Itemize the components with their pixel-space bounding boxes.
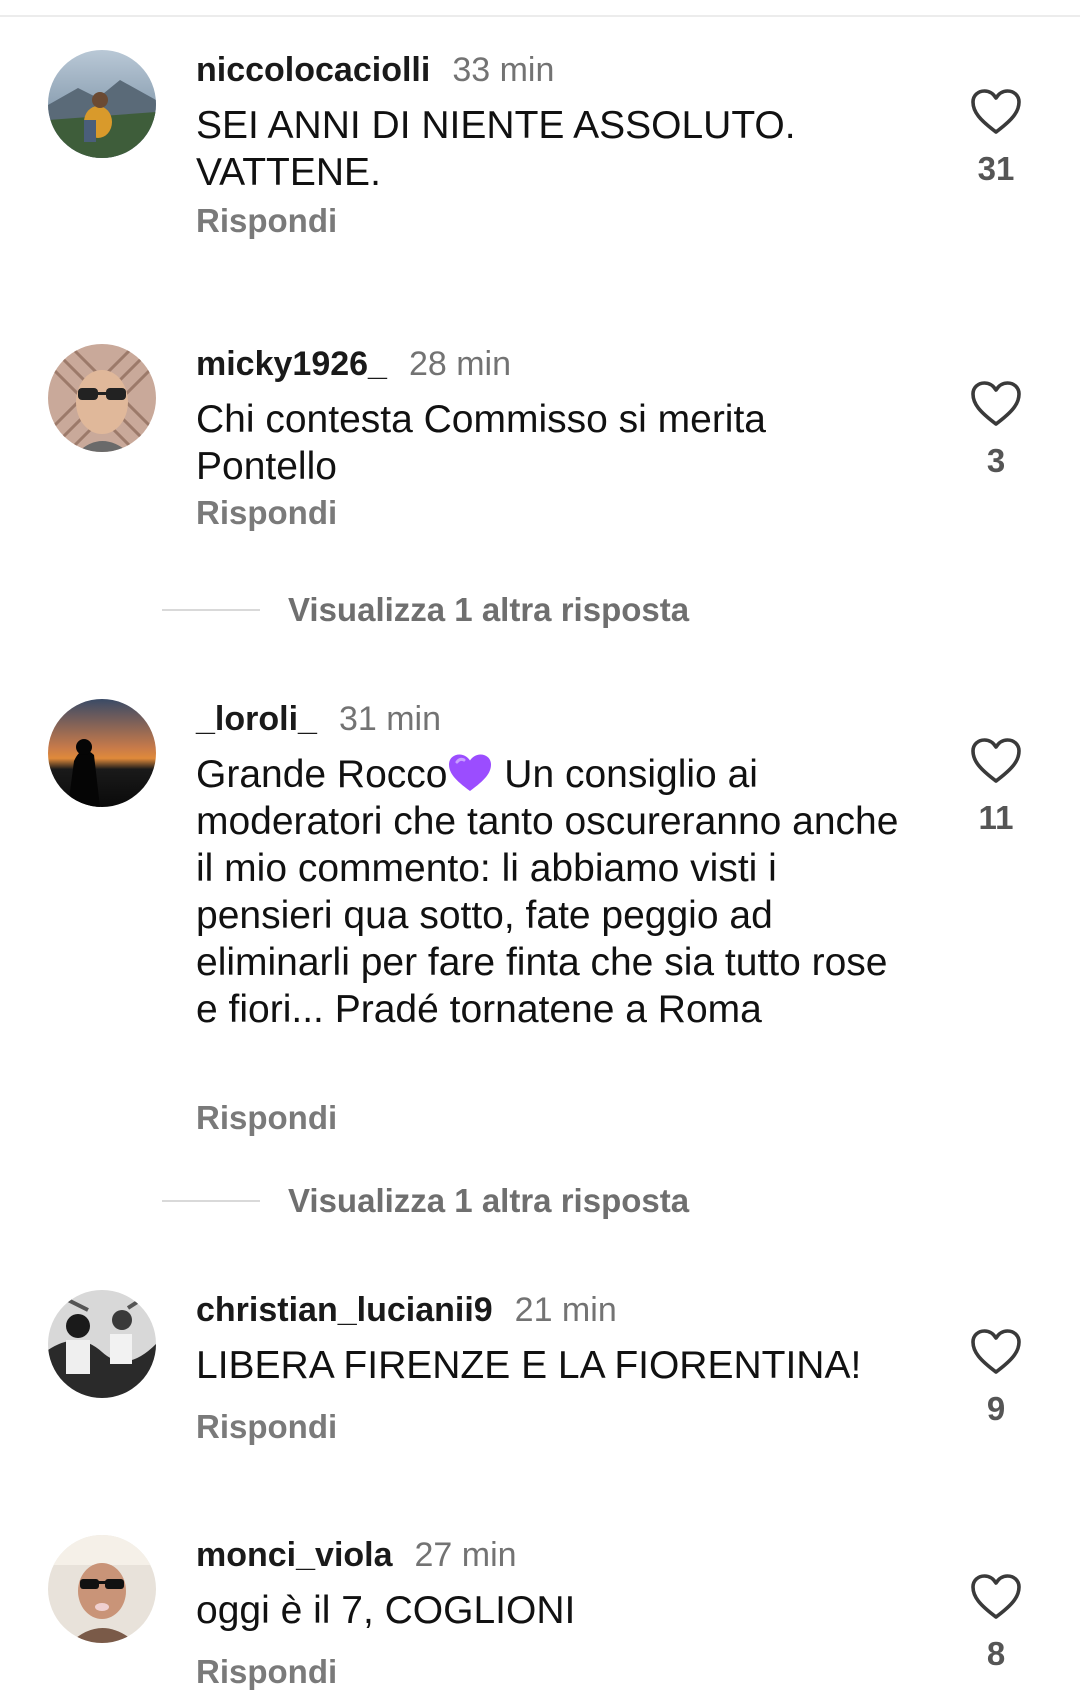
comment-username[interactable]: _loroli_ xyxy=(196,700,317,738)
like-count: 11 xyxy=(978,799,1014,836)
like-group: 31 xyxy=(968,88,1024,188)
comment-time: 27 min xyxy=(414,1536,517,1574)
reply-button[interactable]: Rispondi xyxy=(196,494,337,532)
view-replies-button[interactable]: Visualizza 1 altra risposta xyxy=(162,1181,689,1221)
like-group: 3 xyxy=(968,380,1024,480)
heart-outline-icon[interactable] xyxy=(970,88,1022,136)
heart-outline-icon[interactable] xyxy=(970,380,1022,428)
like-group: 9 xyxy=(968,1328,1024,1428)
comment-time: 31 min xyxy=(338,700,441,738)
comment-text: oggi è il 7, COGLIONI xyxy=(196,1589,576,1632)
comment-time: 21 min xyxy=(514,1291,617,1329)
avatar[interactable] xyxy=(48,344,156,452)
heart-outline-icon[interactable] xyxy=(970,1573,1022,1621)
avatar[interactable] xyxy=(48,1535,156,1643)
like-count: 9 xyxy=(986,1390,1006,1427)
purple-heart-icon xyxy=(449,754,492,791)
heart-outline-icon[interactable] xyxy=(970,1328,1022,1376)
comment-username[interactable]: monci_viola xyxy=(196,1536,393,1574)
divider xyxy=(162,609,260,611)
heart-outline-icon[interactable] xyxy=(970,737,1022,785)
comment-username[interactable]: niccolocaciolli xyxy=(196,51,430,89)
avatar[interactable] xyxy=(48,1290,156,1398)
reply-button[interactable]: Rispondi xyxy=(196,1099,337,1137)
comment-text: LIBERA FIRENZE E LA FIORENTINA! xyxy=(196,1344,862,1387)
avatar[interactable] xyxy=(48,699,156,807)
like-group: 8 xyxy=(968,1573,1024,1673)
reply-button[interactable]: Rispondi xyxy=(196,1653,337,1691)
comment-text: Chi contesta Commisso si merita Pontello xyxy=(196,398,766,488)
comment-text-part: Grande Rocco xyxy=(196,753,448,796)
view-replies-label: Visualizza 1 altra risposta xyxy=(288,591,690,628)
comment-text: SEI ANNI DI NIENTE ASSOLUTO. VATTENE. xyxy=(196,104,796,194)
top-divider xyxy=(0,15,1080,17)
comment-time: 33 min xyxy=(452,51,555,89)
comment-text: Grande Rocco Un consiglio ai moderatori … xyxy=(196,751,916,1033)
like-count: 8 xyxy=(986,1635,1006,1672)
like-group: 11 xyxy=(968,737,1024,837)
comment-username[interactable]: christian_lucianii9 xyxy=(196,1291,493,1329)
like-count: 31 xyxy=(977,150,1015,187)
like-count: 3 xyxy=(986,442,1006,479)
reply-button[interactable]: Rispondi xyxy=(196,1408,337,1446)
divider xyxy=(162,1200,260,1202)
view-replies-button[interactable]: Visualizza 1 altra risposta xyxy=(162,590,689,630)
comment-time: 28 min xyxy=(408,345,512,383)
view-replies-label: Visualizza 1 altra risposta xyxy=(288,1182,690,1219)
comment-username[interactable]: micky1926_ xyxy=(196,345,387,383)
avatar[interactable] xyxy=(48,50,156,158)
reply-button[interactable]: Rispondi xyxy=(196,202,337,240)
